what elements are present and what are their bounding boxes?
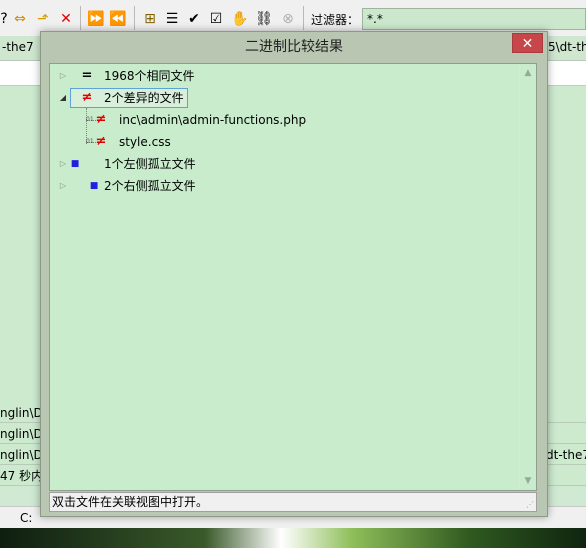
scroll-up-icon[interactable]: ▲ xyxy=(523,68,533,78)
tree-view-icon[interactable]: ⊞ xyxy=(140,9,160,29)
vertical-scrollbar[interactable]: ▲ ▼ xyxy=(519,64,536,490)
expand-arrow-icon[interactable]: ▷ xyxy=(58,154,68,174)
right-path[interactable]: 5\dt-the7 xyxy=(548,40,586,54)
right-orphan-icon: ■ xyxy=(89,181,99,191)
status-drive: C: xyxy=(20,511,33,525)
check-icon[interactable]: ✔ xyxy=(184,9,204,29)
link-icon[interactable]: ⛓ xyxy=(254,9,274,29)
tree-node-different[interactable]: ◢ ≠ 2个差异的文件 xyxy=(50,88,510,108)
equal-icon: = xyxy=(81,68,93,83)
folder-up-icon[interactable]: ⬏ xyxy=(33,9,53,29)
prev-diff-icon[interactable]: ⏪ xyxy=(108,9,128,29)
result-tree[interactable]: ▷ = 1968个相同文件 ◢ ≠ 2个差异的文件 01 ≠ inc\admin… xyxy=(49,63,537,491)
tree-node-right-orphans[interactable]: ▷ ■ 2个右侧孤立文件 xyxy=(50,176,510,196)
left-path[interactable]: -the7 xyxy=(2,40,34,54)
close-button[interactable]: ✕ xyxy=(512,33,543,53)
desktop-wallpaper xyxy=(0,528,586,548)
not-equal-icon: ≠ xyxy=(95,112,107,127)
swap-icon[interactable]: ⇔ xyxy=(10,9,30,29)
left-orphan-icon: ■ xyxy=(70,159,80,169)
delete-icon[interactable]: ✕ xyxy=(56,9,76,29)
binary-icon: 01 xyxy=(86,116,94,123)
filter-label: 过滤器： xyxy=(311,13,360,27)
not-equal-icon: ≠ xyxy=(81,90,93,105)
stop-icon[interactable]: ⊗ xyxy=(278,9,298,29)
tree-node-left-orphans[interactable]: ▷ ■ 1个左侧孤立文件 xyxy=(50,154,510,174)
dialog-title: 二进制比较结果 xyxy=(245,39,343,55)
tree-node-file[interactable]: 01 ≠ style.css xyxy=(50,132,510,152)
scroll-down-icon[interactable]: ▼ xyxy=(523,476,533,486)
collapse-arrow-icon[interactable]: ◢ xyxy=(58,88,68,108)
resize-grip-icon[interactable]: ⋰ xyxy=(526,501,534,509)
not-equal-icon: ≠ xyxy=(95,134,107,149)
tree-node-identical[interactable]: ▷ = 1968个相同文件 xyxy=(50,66,510,86)
tree-node-label: 2个右侧孤立文件 xyxy=(104,179,196,193)
binary-icon: 01 xyxy=(86,138,94,145)
tree-node-file[interactable]: 01 ≠ inc\admin\admin-functions.php xyxy=(50,110,510,130)
tree-node-label: style.css xyxy=(119,135,171,149)
tree-node-label: 2个差异的文件 xyxy=(104,91,184,105)
expand-arrow-icon[interactable]: ▷ xyxy=(58,66,68,86)
binary-compare-dialog: 二进制比较结果 ✕ ▷ = 1968个相同文件 ◢ ≠ 2个差异的文件 01 ≠… xyxy=(40,31,548,517)
list-view-icon[interactable]: ☰ xyxy=(162,9,182,29)
tree-node-label: inc\admin\admin-functions.php xyxy=(119,113,307,127)
status-text: 双击文件在关联视图中打开。 xyxy=(52,495,209,509)
check-all-icon[interactable]: ☑ xyxy=(206,9,226,29)
tree-node-label: 1968个相同文件 xyxy=(104,69,195,83)
dialog-status-bar: 双击文件在关联视图中打开。 ⋰ xyxy=(49,492,537,512)
tree-node-label: 1个左侧孤立文件 xyxy=(104,157,196,171)
next-diff-icon[interactable]: ⏩ xyxy=(86,9,106,29)
expand-arrow-icon[interactable]: ▷ xyxy=(58,176,68,196)
hand-icon[interactable]: ✋ xyxy=(230,9,250,29)
filter-input[interactable]: *.* xyxy=(362,8,586,30)
